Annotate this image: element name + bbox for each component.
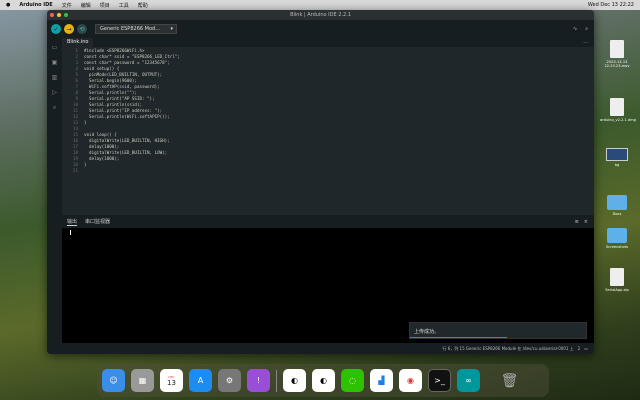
menu-bar: ● Arduino IDE 文件 编辑 项目 工具 帮助 Wed Dec 13 … xyxy=(0,0,640,10)
dock: ☺ ▦ DEC 13 A ⚙ ! ◐ ◐ ◌ ▟ ◉ >_ ∞ 🗑 xyxy=(97,364,549,397)
sidebar: ▭ ▣ ▥ ▷ ⌕ xyxy=(47,38,62,343)
tab-blink[interactable]: Blink.ino xyxy=(62,38,94,47)
verify-icon[interactable]: ✓ xyxy=(51,24,61,34)
upload-icon[interactable]: → xyxy=(64,24,74,34)
code-text: } xyxy=(84,120,87,125)
file-icon xyxy=(610,268,624,286)
apple-icon[interactable]: ● xyxy=(6,2,10,8)
file-icon xyxy=(606,148,628,161)
debug-side-icon[interactable]: ▷ xyxy=(52,89,57,96)
folder-icon[interactable]: ▭ xyxy=(52,44,58,51)
title-bar: Blink | Arduino IDE 2.2.1 xyxy=(47,10,594,20)
upload-notification: 上传成功。 xyxy=(409,322,587,339)
editor-tabs: Blink.ino ··· xyxy=(62,38,594,47)
desktop-item-label: arduino_v2.2.1.dmg xyxy=(600,118,636,122)
close-panel-icon[interactable]: × xyxy=(584,219,588,225)
folder-icon xyxy=(607,228,627,243)
serial-monitor-icon[interactable]: ⌕ xyxy=(585,26,588,32)
text-cursor xyxy=(70,230,71,235)
desktop-item-label: SerialApp.zip xyxy=(605,288,629,292)
status-text: 行 6，列 15 Generic ESP8266 Module 在 /dev/c… xyxy=(442,345,574,351)
desktop-item[interactable]: SerialApp.zip xyxy=(600,268,634,292)
calendar-icon[interactable]: DEC 13 xyxy=(160,369,183,392)
status-bar: 行 6，列 15 Generic ESP8266 Module 在 /dev/c… xyxy=(47,343,594,354)
menu-app[interactable]: Arduino IDE xyxy=(19,2,52,8)
library-icon[interactable]: ▥ xyxy=(52,74,58,81)
qq-icon[interactable]: ◐ xyxy=(283,369,306,392)
clock[interactable]: Wed Dec 13 22:22 xyxy=(588,2,634,8)
window-title: Blink | Arduino IDE 2.2.1 xyxy=(290,12,351,18)
desktop-item[interactable]: 2023-12-13 22.23.23.mov xyxy=(600,40,634,68)
boards-icon[interactable]: ▣ xyxy=(52,59,58,66)
code-text: delay(1000); xyxy=(84,156,120,161)
terminal-icon[interactable]: >_ xyxy=(428,369,451,392)
tab-output[interactable]: 输出 xyxy=(67,218,78,226)
trash-icon[interactable]: 🗑 xyxy=(498,369,521,392)
qq-icon-2[interactable]: ◐ xyxy=(312,369,335,392)
feedback-icon[interactable]: ! xyxy=(247,369,270,392)
file-icon xyxy=(610,40,624,58)
more-icon[interactable]: ··· xyxy=(583,40,588,46)
arduino-window: Blink | Arduino IDE 2.2.1 ✓ → ⟲ Generic … xyxy=(47,10,594,354)
desktop-item-label: Screenshots xyxy=(606,245,628,249)
launchpad-icon[interactable]: ▦ xyxy=(131,369,154,392)
desktop-item-label: 2023-12-13 22.23.23.mov xyxy=(604,60,630,68)
menu-sketch[interactable]: 项目 xyxy=(100,2,110,9)
menu-tools[interactable]: 工具 xyxy=(119,2,129,9)
toolbar: ✓ → ⟲ Generic ESP8266 Mod... ▾ ∿ ⌕ xyxy=(47,20,594,38)
code-text: Serial.println(WiFi.softAPIP()); xyxy=(84,114,170,119)
line-number: 21 xyxy=(72,168,78,173)
progress-bar xyxy=(410,337,507,338)
notification-count[interactable]: 2 xyxy=(578,346,581,351)
debug-icon[interactable]: ⟲ xyxy=(77,24,87,34)
code-editor[interactable]: 1 #include <ESP8266WiFi.h> 2 const char* ss… xyxy=(62,47,594,215)
output-toggle-icon[interactable]: ▭ xyxy=(584,346,588,351)
desktop-item[interactable]: Docs xyxy=(600,195,634,216)
menu-help[interactable]: 帮助 xyxy=(138,2,148,9)
notification-text: 上传成功。 xyxy=(414,329,440,335)
code-line: 21 xyxy=(62,168,594,174)
menu-file[interactable]: 文件 xyxy=(62,2,72,9)
board-label: Generic ESP8266 Mod... xyxy=(100,26,160,32)
file-icon xyxy=(610,98,624,116)
chrome-icon[interactable]: ◉ xyxy=(399,369,422,392)
search-icon[interactable]: ⌕ xyxy=(53,104,56,112)
serial-plotter-icon[interactable]: ∿ xyxy=(573,26,577,32)
code-text: } xyxy=(84,162,87,167)
tab-serial-monitor[interactable]: 串口监视器 xyxy=(85,218,110,225)
folder-icon xyxy=(607,195,627,210)
desktop-item[interactable]: arduino_v2.2.1.dmg xyxy=(600,98,636,122)
tencent-meeting-icon[interactable]: ▟ xyxy=(370,369,393,392)
desktop-item[interactable]: bg xyxy=(600,148,634,167)
desktop-item-label: bg xyxy=(614,163,620,167)
chevron-down-icon: ▾ xyxy=(170,26,173,32)
wechat-icon[interactable]: ◌ xyxy=(341,369,364,392)
board-selector[interactable]: Generic ESP8266 Mod... ▾ xyxy=(95,24,177,34)
finder-icon[interactable]: ☺ xyxy=(102,369,125,392)
arduino-icon[interactable]: ∞ xyxy=(457,369,480,392)
desktop-item-label: Docs xyxy=(612,212,622,216)
dock-divider xyxy=(276,369,277,392)
app-store-icon[interactable]: A xyxy=(189,369,212,392)
desktop-item[interactable]: Screenshots xyxy=(600,228,634,249)
system-settings-icon[interactable]: ⚙ xyxy=(218,369,241,392)
clear-icon[interactable]: ≡ xyxy=(575,219,579,225)
menu-edit[interactable]: 编辑 xyxy=(81,2,91,9)
